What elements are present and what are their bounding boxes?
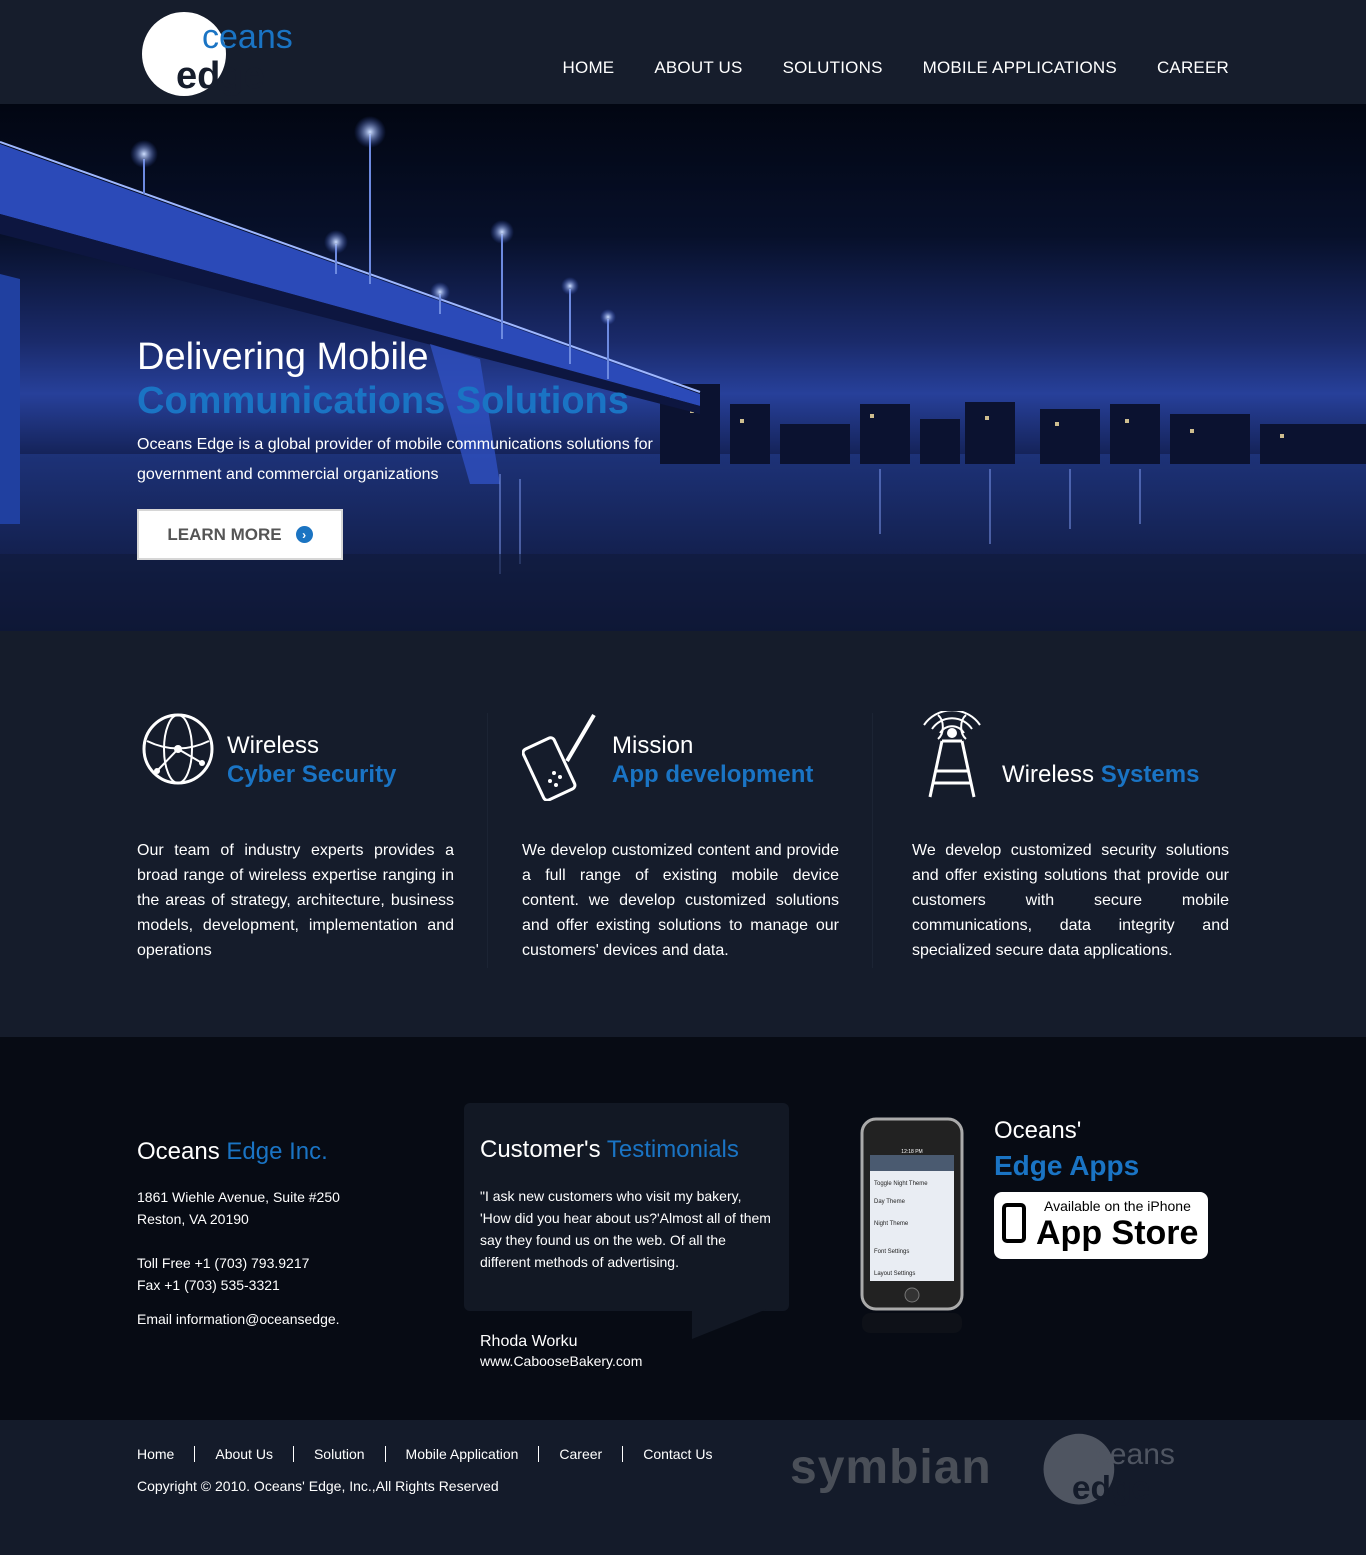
- svg-text:Night Theme: Night Theme: [874, 1221, 909, 1227]
- contact-title: Oceans Edge Inc.: [137, 1138, 328, 1165]
- testimonial-quote: "I ask new customers who visit my bakery…: [480, 1188, 771, 1270]
- feature-title-accent: Cyber Security: [227, 761, 397, 788]
- footer-link-about-us[interactable]: About Us: [215, 1446, 273, 1462]
- feature-title: Wireless: [227, 732, 320, 759]
- contact-block: Oceans Edge Inc. 1861 Wiehle Avenue, Sui…: [137, 1138, 437, 1330]
- feature-title-accent: Systems: [1100, 761, 1200, 788]
- testimonial-title: Customer's Testimonials: [480, 1136, 739, 1163]
- toll-free-number: Toll Free +1 (703) 793.9217: [137, 1255, 310, 1271]
- separator: [194, 1446, 196, 1462]
- testimonial-url[interactable]: www.CabooseBakery.com: [480, 1353, 642, 1369]
- hero-banner: Delivering Mobile Communications Solutio…: [0, 104, 1366, 631]
- svg-text:Layout Settings: Layout Settings: [874, 1271, 915, 1277]
- testimonial-box: Customer's Testimonials "I ask new custo…: [464, 1103, 789, 1311]
- svg-text:ceans: ceans: [202, 18, 293, 56]
- fax-number: Fax +1 (703) 535-3321: [137, 1277, 280, 1293]
- feature-title-accent: App development: [612, 761, 814, 788]
- learn-more-button[interactable]: LEARN MORE ›: [137, 509, 343, 560]
- app-store-badge[interactable]: Available on the iPhone App Store: [994, 1192, 1208, 1259]
- separator: [384, 1446, 386, 1462]
- apps-title: Oceans': [994, 1117, 1082, 1144]
- separator: [538, 1446, 540, 1462]
- learn-more-label: LEARN MORE: [167, 524, 282, 544]
- phone-pencil-icon: [522, 713, 596, 801]
- bottom-bar: Home About Us Solution Mobile Applicatio…: [0, 1420, 1366, 1555]
- symbian-logo: symbian: [790, 1441, 992, 1494]
- svg-text:edge: edge: [1072, 1470, 1150, 1507]
- footer-link-solution[interactable]: Solution: [314, 1446, 365, 1462]
- nav-about-us[interactable]: ABOUT US: [654, 58, 742, 78]
- feature-text: We develop customized security solutions…: [912, 842, 1229, 959]
- nav-mobile-applications[interactable]: MOBILE APPLICATIONS: [923, 58, 1117, 78]
- separator: [292, 1446, 294, 1462]
- feature-title: Mission: [612, 732, 694, 759]
- footer-link-home[interactable]: Home: [137, 1446, 174, 1462]
- svg-text:edge: edge: [176, 55, 265, 97]
- feature-text: Our team of industry experts provides a …: [137, 842, 454, 959]
- copyright: Copyright © 2010. Oceans' Edge, Inc.,All…: [137, 1478, 499, 1494]
- chevron-right-circle-icon: ›: [295, 526, 313, 543]
- speech-bubble-tail: [692, 1309, 767, 1339]
- feature-text: We develop customized content and provid…: [522, 842, 839, 959]
- svg-text:Toggle Night Theme: Toggle Night Theme: [874, 1181, 928, 1187]
- hero-description: Oceans Edge is a global provider of mobi…: [137, 436, 653, 483]
- footer-link-contact-us[interactable]: Contact Us: [643, 1446, 712, 1462]
- nav-career[interactable]: CAREER: [1157, 58, 1229, 78]
- hero-subtitle: Communications Solutions: [137, 380, 629, 422]
- iphone-image: 12:18 PM Toggle Night Theme Day Theme Ni…: [860, 1117, 964, 1333]
- iphone-icon: [1002, 1203, 1026, 1243]
- address-line-1: 1861 Wiehle Avenue, Suite #250: [137, 1189, 340, 1205]
- oceans-edge-logo-footer: ceans edge: [1043, 1433, 1175, 1507]
- divider: [872, 713, 873, 968]
- nav-home[interactable]: HOME: [563, 58, 615, 78]
- app-store-caption: Available on the iPhone: [1044, 1198, 1191, 1214]
- svg-text:Day Theme: Day Theme: [874, 1199, 906, 1205]
- globe-network-icon: [142, 713, 214, 785]
- apps-title-accent: Edge Apps: [994, 1150, 1140, 1181]
- feature-title: Wireless: [1002, 761, 1095, 788]
- hero-title: Delivering Mobile: [137, 336, 429, 378]
- feature-title-row: Wireless Systems: [1002, 761, 1199, 789]
- footer-section: Oceans Edge Inc. 1861 Wiehle Avenue, Sui…: [0, 1037, 1366, 1420]
- footer-link-career[interactable]: Career: [559, 1446, 602, 1462]
- antenna-tower-icon: [923, 711, 981, 798]
- divider: [487, 713, 488, 968]
- footer-link-mobile-application[interactable]: Mobile Application: [406, 1446, 519, 1462]
- svg-text:Font Settings: Font Settings: [874, 1249, 909, 1255]
- nav-solutions[interactable]: SOLUTIONS: [783, 58, 883, 78]
- email-link[interactable]: Email information@oceansedge.: [137, 1308, 437, 1330]
- svg-text:ceans: ceans: [1095, 1438, 1175, 1471]
- main-nav: HOME ABOUT US SOLUTIONS MOBILE APPLICATI…: [563, 58, 1229, 78]
- app-store-label: App Store: [1036, 1214, 1199, 1252]
- oceans-edge-logo[interactable]: ceans edge: [140, 10, 355, 100]
- footer-nav: Home About Us Solution Mobile Applicatio…: [137, 1446, 712, 1462]
- site-header: ceans edge HOME ABOUT US SOLUTIONS MOBIL…: [0, 0, 1366, 104]
- svg-text:12:18 PM: 12:18 PM: [901, 1149, 922, 1155]
- separator: [622, 1446, 624, 1462]
- features-section: Wireless Cyber Security Our team of indu…: [0, 631, 1366, 1037]
- testimonial-author: Rhoda Worku: [480, 1333, 578, 1350]
- address-line-2: Reston, VA 20190: [137, 1211, 249, 1227]
